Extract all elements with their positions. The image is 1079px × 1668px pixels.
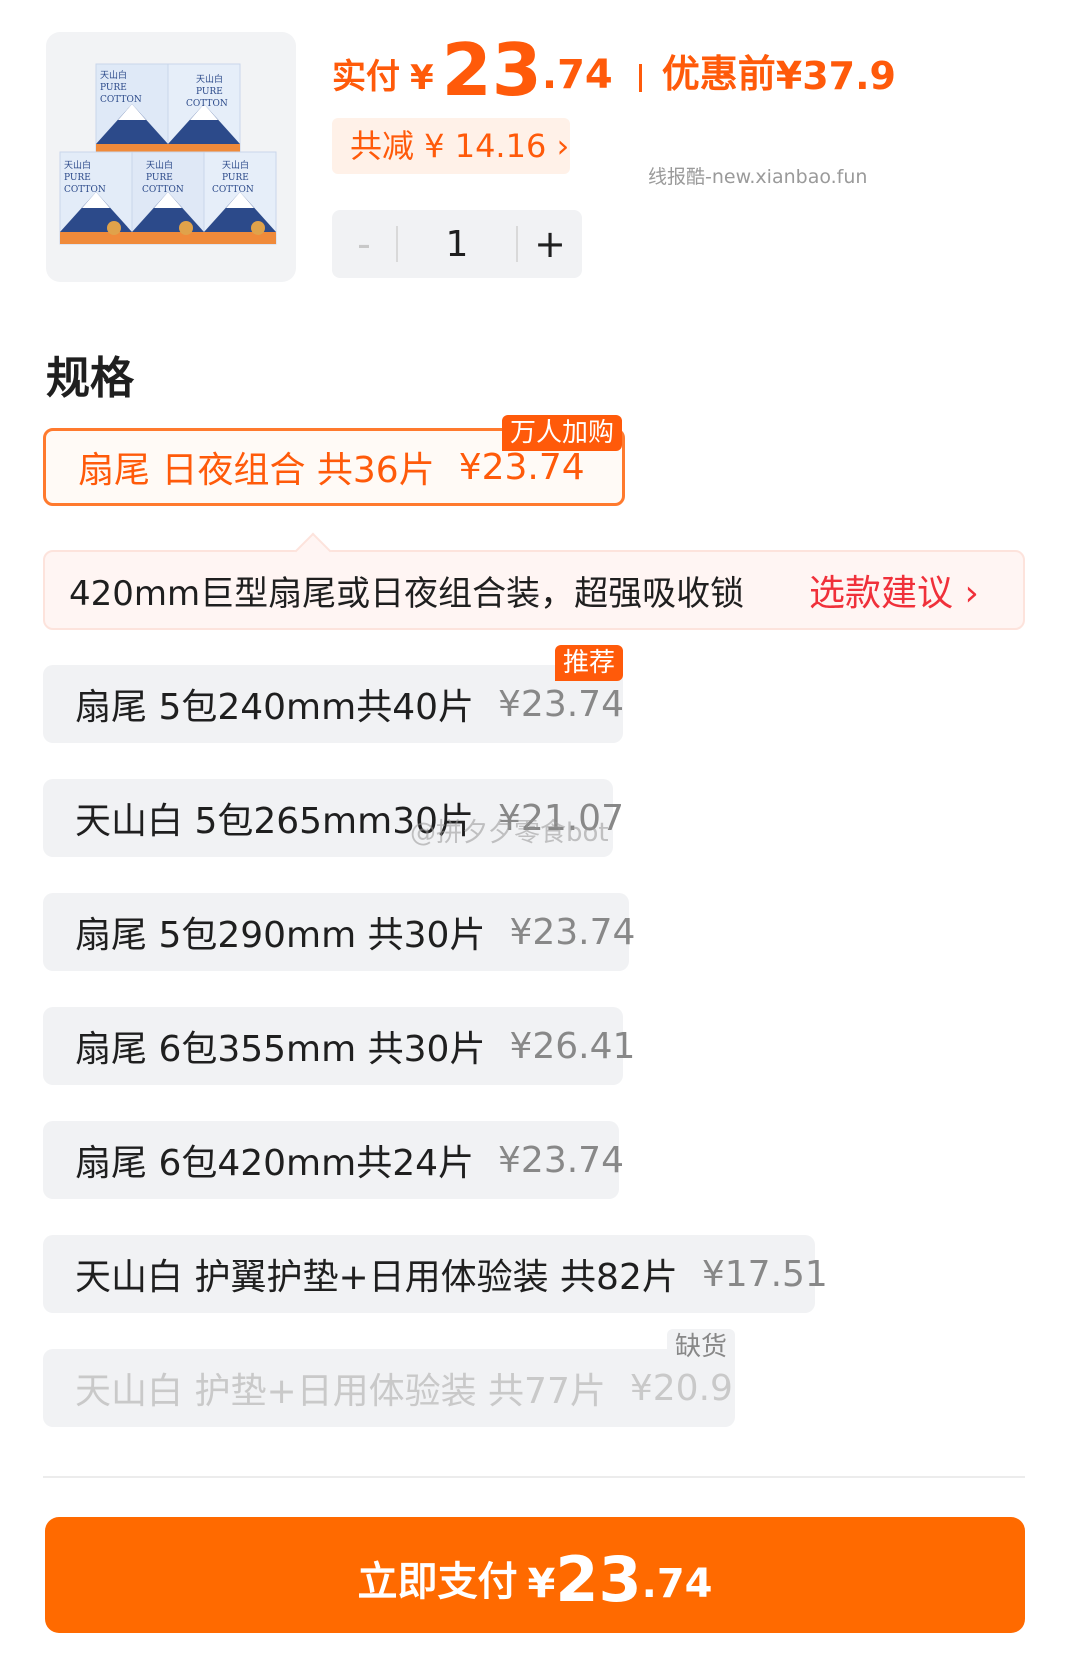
pay-currency: ¥ [527, 1561, 556, 1607]
price-separator [638, 64, 642, 92]
weibo-watermark: @拼夕夕零食bot [410, 818, 609, 848]
watermark-text: 线报酷-new.xianbao.fun [648, 166, 868, 188]
pkg-line2: COTTON [142, 185, 184, 195]
selection-tip-bar[interactable]: 420mm巨型扇尾或日夜组合装，超强吸收锁 选款建议 › [43, 532, 1025, 630]
pkg-brand: 天山白 [222, 159, 249, 171]
quantity-value[interactable]: 1 [398, 224, 516, 265]
tip-text: 420mm巨型扇尾或日夜组合装，超强吸收锁 [69, 573, 745, 614]
pkg-line1: PURE [100, 83, 127, 93]
pkg-brand: 天山白 [100, 69, 127, 81]
spec-price: ¥23.74 [498, 683, 624, 725]
spec-option[interactable]: 扇尾 5包290mm 共30片 ¥23.74 [43, 893, 635, 971]
spec-price: ¥23.74 [498, 1139, 624, 1181]
pay-price-integer: 23 [555, 1543, 642, 1616]
spec-name: 天山白 护翼护垫+日用体验装 共82片 [75, 1257, 678, 1298]
pkg-line1: PURE [146, 173, 173, 183]
paid-price-integer: 23 [441, 28, 542, 112]
spec-name: 扇尾 日夜组合 共36片 [78, 450, 435, 491]
original-price: ¥37.9 [775, 54, 896, 98]
spec-price: ¥23.74 [509, 911, 636, 953]
selection-advice-link[interactable]: 选款建议 › [809, 564, 979, 616]
pkg-line2: COTTON [100, 95, 142, 105]
product-image[interactable]: 天山白 PURE COTTON 天山白 PURE COTTON 天山白 PURE… [46, 32, 296, 282]
pkg-brand: 天山白 [146, 159, 173, 171]
spec-name: 扇尾 5包240mm共40片 [75, 687, 475, 728]
product-package-illustration: 天山白 PURE COTTON 天山白 PURE COTTON 天山白 PURE… [59, 63, 277, 245]
recommend-badge: 推荐 [554, 645, 623, 681]
spec-option[interactable]: 扇尾 5包240mm共40片 ¥23.74 推荐 [43, 645, 624, 743]
spec-price: ¥23.74 [458, 446, 585, 488]
spec-section-title: 规格 [46, 353, 134, 404]
spec-option[interactable]: 扇尾 6包420mm共24片 ¥23.74 [43, 1121, 624, 1199]
increase-button[interactable]: + [518, 222, 582, 266]
pkg-brand: 天山白 [64, 159, 91, 171]
decrease-button[interactable]: - [332, 222, 396, 266]
spec-name: 扇尾 6包420mm共24片 [75, 1143, 475, 1184]
spec-option[interactable]: 天山白 护翼护垫+日用体验装 共82片 ¥17.51 [43, 1235, 828, 1313]
out-of-stock-badge: 缺货 [666, 1329, 735, 1365]
pay-label: 立即支付 [357, 1559, 518, 1605]
discount-detail-button[interactable]: 共减 ¥ 14.16 › [332, 118, 570, 174]
pkg-line1: PURE [64, 173, 91, 183]
divider [43, 1476, 1025, 1478]
spec-option-out-of-stock: 天山白 护垫+日用体验装 共77片 ¥20.9 缺货 [43, 1329, 735, 1427]
paid-currency: ¥ [410, 58, 434, 98]
pkg-line2: COTTON [186, 99, 228, 109]
paid-label: 实付 [332, 57, 400, 97]
spec-price: ¥26.41 [509, 1025, 636, 1067]
pay-price-decimal: .74 [641, 1561, 713, 1607]
tip-pointer [294, 532, 332, 570]
spec-name: 扇尾 5包290mm 共30片 [75, 915, 486, 956]
spec-name: 扇尾 6包355mm 共30片 [75, 1029, 486, 1070]
pkg-line1: PURE [196, 87, 223, 97]
spec-option-selected[interactable]: 扇尾 日夜组合 共36片 ¥23.74 万人加购 [43, 415, 625, 506]
original-label: 优惠前 [661, 52, 776, 96]
price-summary: 实付 ¥ 23 .74 优惠前 ¥37.9 [332, 28, 896, 108]
pkg-brand: 天山白 [196, 73, 223, 85]
spec-name: 天山白 护垫+日用体验装 共77片 [75, 1371, 606, 1412]
pkg-line2: COTTON [64, 185, 106, 195]
pkg-line2: COTTON [212, 185, 254, 195]
spec-option[interactable]: 扇尾 6包355mm 共30片 ¥26.41 [43, 1007, 635, 1085]
pkg-line1: PURE [222, 173, 249, 183]
spec-price: ¥17.51 [701, 1253, 828, 1295]
spec-price: ¥20.9 [629, 1367, 733, 1409]
popular-badge: 万人加购 [501, 415, 622, 451]
paid-price-decimal: .74 [541, 52, 613, 98]
quantity-stepper[interactable]: - 1 + [332, 210, 582, 278]
pay-now-button[interactable]: 立即支付 ¥ 23 .74 [45, 1517, 1025, 1633]
